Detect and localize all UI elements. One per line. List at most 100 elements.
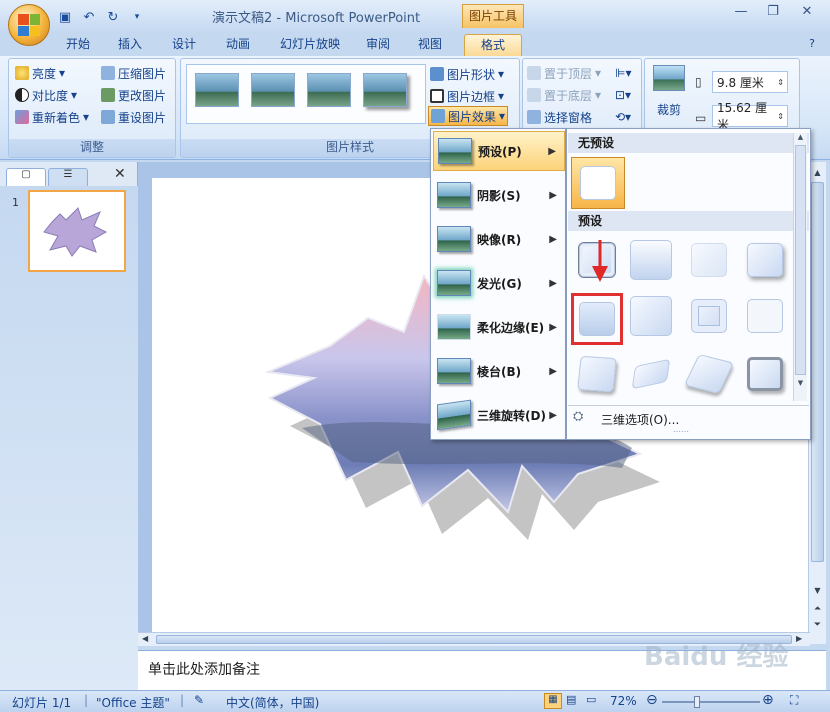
style-thumbnail[interactable]	[195, 73, 239, 107]
send-to-back-button[interactable]: 置于底层 ▾	[527, 85, 601, 105]
tab-review[interactable]: 审阅	[360, 34, 396, 56]
tab-design[interactable]: 设计	[166, 34, 202, 56]
menu-item-bevel[interactable]: 棱台(B) ▶	[433, 351, 565, 391]
sorter-view-icon[interactable]: ▤	[566, 693, 576, 706]
spellcheck-icon[interactable]: ✎	[194, 693, 204, 707]
gallery-scroll-up-icon[interactable]: ▲	[794, 133, 807, 141]
resize-grip[interactable]: ⋯⋯	[673, 427, 689, 436]
bring-front-icon	[527, 66, 541, 80]
ribbon-tabs: 开始 插入 设计 动画 幻灯片放映 审阅 视图 格式 ?	[0, 32, 830, 56]
preset-option-5-highlighted[interactable]	[571, 293, 623, 345]
reset-picture-button[interactable]: 重设图片	[101, 107, 166, 127]
slide-thumbnail[interactable]	[28, 190, 126, 272]
preset-swatch	[691, 243, 727, 277]
border-icon	[430, 89, 444, 103]
selection-pane-icon	[527, 110, 541, 124]
picture-border-button[interactable]: 图片边框 ▾	[430, 86, 504, 106]
fit-window-icon[interactable]: ⛶	[790, 693, 798, 708]
tab-insert[interactable]: 插入	[112, 34, 148, 56]
zoom-in-icon[interactable]: ⊕	[762, 692, 774, 708]
office-logo-icon	[18, 14, 40, 36]
align-icon[interactable]: ⊫▾	[615, 63, 631, 83]
preset-option-4[interactable]	[741, 237, 789, 283]
menu-item-shadow[interactable]: 阴影(S) ▶	[433, 175, 565, 215]
menu-item-glow[interactable]: 发光(G) ▶	[433, 263, 565, 303]
office-button[interactable]	[8, 4, 50, 46]
tab-home[interactable]: 开始	[60, 34, 96, 56]
contrast-icon	[15, 88, 29, 102]
picture-effects-button[interactable]: 图片效果 ▾	[428, 106, 509, 126]
width-field[interactable]: 15.62 厘米 ⇕	[712, 101, 788, 132]
recolor-button[interactable]: 重新着色 ▾	[15, 107, 89, 127]
reset-picture-icon	[101, 110, 115, 124]
style-thumbnail[interactable]	[251, 73, 295, 107]
slides-tab-icon[interactable]: ▢	[6, 168, 46, 186]
picture-style-gallery[interactable]	[186, 64, 426, 124]
preset-option-9[interactable]	[573, 351, 621, 397]
tab-slideshow[interactable]: 幻灯片放映	[272, 34, 348, 56]
close-icon[interactable]: ✕	[796, 4, 818, 22]
3d-options-link[interactable]: 三维选项(O)...	[601, 411, 679, 428]
no-preset-option[interactable]	[571, 157, 625, 209]
rotate-icon[interactable]: ⟲▾	[615, 107, 631, 127]
preset-option-6[interactable]	[627, 293, 675, 339]
gallery-scroll-thumb[interactable]	[795, 145, 806, 375]
zoom-level[interactable]: 72%	[610, 694, 637, 708]
scroll-thumb[interactable]	[811, 182, 824, 562]
preset-swatch	[683, 354, 735, 394]
menu-item-reflection[interactable]: 映像(R) ▶	[433, 219, 565, 259]
contrast-button[interactable]: 对比度 ▾	[15, 85, 77, 105]
change-picture-button[interactable]: 更改图片	[101, 85, 166, 105]
redo-icon[interactable]: ↻	[104, 8, 122, 26]
tab-view[interactable]: 视图	[412, 34, 448, 56]
qat-customize-icon[interactable]: ▾	[128, 8, 146, 26]
preset-option-11[interactable]	[683, 351, 735, 397]
next-slide-icon[interactable]: ⏷	[809, 620, 826, 630]
height-field[interactable]: 9.8 厘米 ⇕	[712, 71, 788, 93]
preset-option-12[interactable]	[741, 351, 789, 397]
help-icon[interactable]: ?	[804, 34, 820, 56]
compress-pictures-button[interactable]: 压缩图片	[101, 63, 166, 83]
style-thumbnail[interactable]	[363, 73, 407, 107]
tab-format[interactable]: 格式	[464, 34, 522, 56]
close-pane-icon[interactable]: ✕	[114, 166, 126, 182]
bring-to-front-button[interactable]: 置于顶层 ▾	[527, 63, 601, 83]
group-objects-icon[interactable]: ⊡▾	[615, 85, 631, 105]
save-icon[interactable]: ▣	[56, 8, 74, 26]
scroll-left-icon[interactable]: ◀	[142, 634, 148, 643]
tab-animation[interactable]: 动画	[220, 34, 256, 56]
preset-option-3[interactable]	[685, 237, 733, 283]
minimize-icon[interactable]: —	[730, 4, 752, 22]
undo-icon[interactable]: ↶	[80, 8, 98, 26]
preset-option-10[interactable]	[627, 351, 675, 397]
spinner-icon[interactable]: ⇕	[777, 112, 787, 121]
style-thumbnail[interactable]	[307, 73, 351, 107]
scroll-down-icon[interactable]: ▼	[809, 586, 826, 598]
restore-icon[interactable]: ❐	[762, 4, 784, 22]
picture-shape-button[interactable]: 图片形状 ▾	[430, 64, 504, 84]
selection-pane-button[interactable]: 选择窗格	[527, 107, 592, 127]
preset-option-7[interactable]	[685, 293, 733, 339]
slideshow-view-icon[interactable]: ▭	[586, 693, 596, 706]
notes-placeholder: 单击此处添加备注	[148, 662, 260, 678]
outline-tab-icon[interactable]: ☰	[48, 168, 88, 186]
scroll-up-icon[interactable]: ▲	[809, 168, 826, 180]
3d-rotation-icon	[437, 399, 471, 431]
zoom-slider[interactable]	[662, 701, 760, 703]
slide-number: 1	[12, 196, 19, 209]
spinner-icon[interactable]: ⇕	[777, 78, 787, 87]
preset-option-2[interactable]	[627, 237, 675, 283]
normal-view-icon[interactable]: ▦	[544, 693, 562, 709]
prev-slide-icon[interactable]: ⏶	[809, 604, 826, 614]
zoom-slider-thumb[interactable]	[694, 696, 700, 708]
gallery-scroll-down-icon[interactable]: ▼	[794, 379, 807, 387]
menu-item-3d-rotation[interactable]: 三维旋转(D) ▶	[433, 395, 565, 435]
preset-option-8[interactable]	[741, 293, 789, 339]
scroll-right-icon[interactable]: ▶	[796, 634, 802, 643]
menu-item-preset[interactable]: 预设(P) ▶	[433, 131, 565, 171]
menu-item-soft-edges[interactable]: 柔化边缘(E) ▶	[433, 307, 565, 347]
crop-button[interactable]: 裁剪	[657, 99, 681, 119]
zoom-out-icon[interactable]: ⊖	[646, 692, 658, 708]
gallery-scrollbar[interactable]: ▲ ▼	[793, 133, 807, 401]
brightness-button[interactable]: 亮度 ▾	[15, 63, 65, 83]
